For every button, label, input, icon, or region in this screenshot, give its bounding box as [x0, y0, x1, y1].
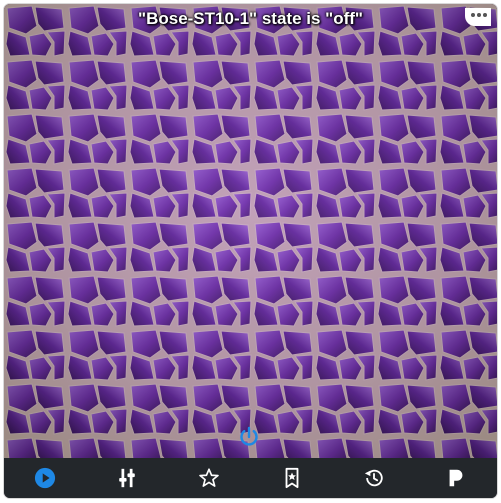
favorite-button[interactable] — [189, 458, 229, 498]
media-title: "Bose-ST10-1" state is "off" — [138, 9, 363, 28]
play-button[interactable] — [25, 458, 65, 498]
corner-menu-icon[interactable] — [465, 8, 491, 26]
media-toolbar — [4, 458, 497, 498]
pandora-icon — [449, 469, 463, 487]
star-icon — [199, 468, 220, 487]
history-icon — [364, 469, 383, 487]
power-icon — [240, 426, 258, 446]
equalizer-icon — [119, 468, 136, 488]
media-player-card: "Bose-ST10-1" state is "off" — [4, 4, 497, 498]
power-button[interactable] — [237, 425, 261, 449]
recents-button[interactable] — [354, 458, 394, 498]
bookmark-star-icon — [285, 467, 298, 489]
play-circle-icon — [34, 467, 56, 489]
presets-button[interactable] — [272, 458, 312, 498]
pandora-button[interactable] — [436, 458, 476, 498]
equalizer-button[interactable] — [107, 458, 147, 498]
album-artwork — [4, 4, 497, 458]
